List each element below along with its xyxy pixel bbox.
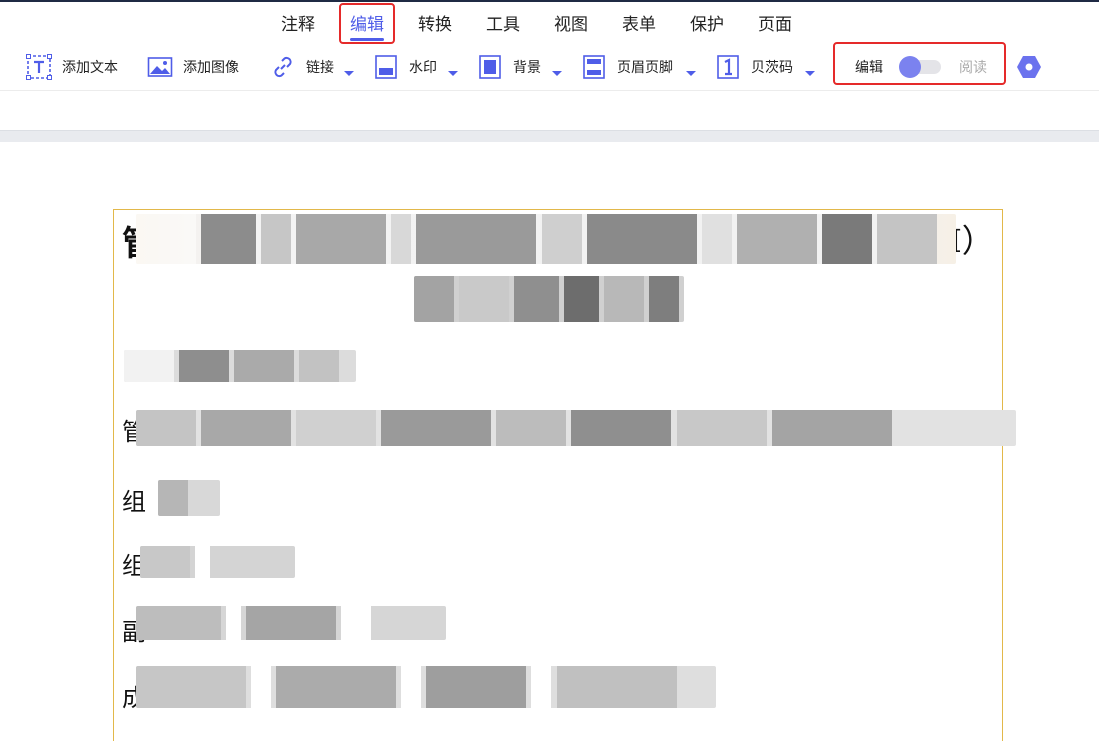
redacted-line-2 (136, 410, 1016, 446)
add-image-label: 添加图像 (183, 60, 239, 76)
document-area-band (0, 130, 1099, 142)
hexagon-settings-icon (1016, 54, 1042, 80)
redacted-line-1 (124, 350, 356, 382)
highlight-mode-switch (833, 42, 1006, 85)
add-text-button[interactable]: 添加文本 (26, 52, 118, 82)
header-footer-icon (581, 54, 607, 80)
header-footer-dropdown-caret[interactable] (686, 71, 696, 76)
link-dropdown-caret[interactable] (344, 71, 354, 76)
page-number-dropdown-caret[interactable] (805, 71, 815, 76)
redacted-line-6 (136, 666, 716, 708)
add-image-button[interactable]: 添加图像 (147, 52, 239, 82)
tab-form[interactable]: 表单 (622, 10, 656, 35)
image-icon (147, 54, 173, 80)
link-icon (270, 54, 296, 80)
tab-view[interactable]: 视图 (554, 10, 588, 35)
tab-tools[interactable]: 工具 (486, 10, 520, 35)
redacted-title (136, 214, 956, 264)
add-text-label: 添加文本 (62, 60, 118, 76)
watermark-icon (373, 54, 399, 80)
page-number-button[interactable]: 贝茨码 (715, 52, 793, 82)
doc-line-3-prefix: 组 (122, 488, 146, 516)
text-box-icon (26, 54, 52, 80)
background-icon (477, 54, 503, 80)
watermark-label: 水印 (409, 60, 437, 76)
tab-annotate[interactable]: 注释 (281, 10, 315, 35)
page-number-label: 贝茨码 (751, 60, 793, 76)
menu-bar: 注释 编辑 转换 工具 视图 表单 保护 页面 (0, 2, 1099, 41)
background-button[interactable]: 背景 (477, 52, 541, 82)
header-footer-button[interactable]: 页眉页脚 (581, 52, 673, 82)
background-label: 背景 (513, 60, 541, 76)
tab-protect[interactable]: 保护 (690, 10, 724, 35)
redacted-subtitle (414, 276, 684, 322)
settings-button[interactable] (1016, 52, 1042, 82)
redacted-line-4 (140, 546, 295, 578)
watermark-button[interactable]: 水印 (373, 52, 437, 82)
tab-page[interactable]: 页面 (758, 10, 792, 35)
background-dropdown-caret[interactable] (552, 71, 562, 76)
watermark-dropdown-caret[interactable] (448, 71, 458, 76)
highlight-edit-tab (339, 3, 395, 44)
redacted-line-5 (136, 606, 446, 640)
redacted-line-3 (158, 480, 220, 516)
link-label: 链接 (306, 60, 334, 76)
page-number-icon (715, 54, 741, 80)
toolbar-divider (0, 90, 1099, 91)
tab-convert[interactable]: 转换 (418, 10, 452, 35)
document-page: 管 M） 管 (113, 209, 1016, 741)
header-footer-label: 页眉页脚 (617, 60, 673, 76)
link-button[interactable]: 链接 (270, 52, 334, 82)
